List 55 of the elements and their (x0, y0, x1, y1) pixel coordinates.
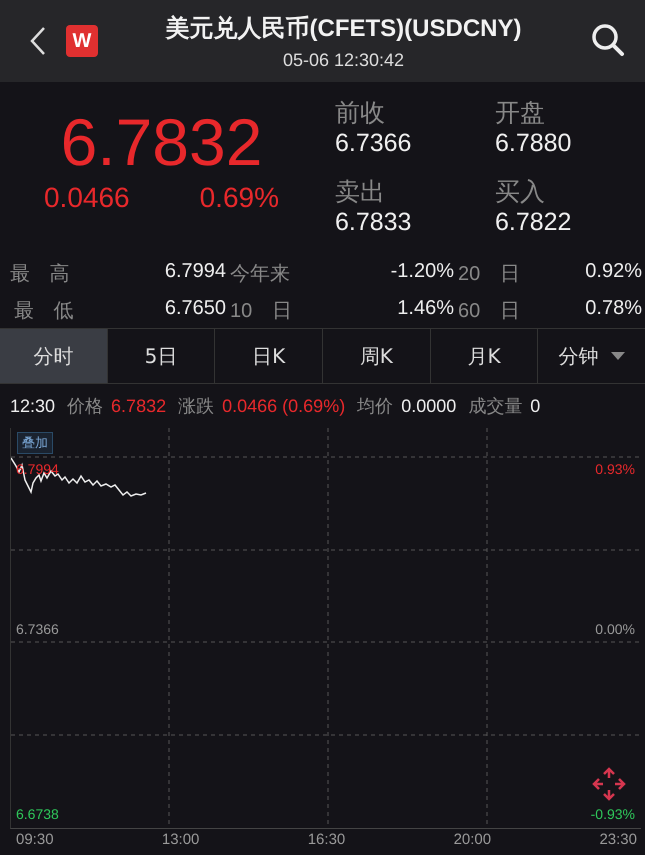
info-value: 0 (530, 396, 540, 416)
field-value: 6.7880 (495, 129, 572, 158)
field-value: 6.7833 (335, 208, 412, 237)
stat-value: 0.92% (584, 260, 642, 284)
info-value: 0.0000 (401, 396, 456, 416)
stat-value: 1.46% (396, 297, 454, 321)
axis-label: 6.7366 (16, 621, 59, 637)
time-label: 09:30 (16, 831, 54, 848)
stat-label: 最 低 (13, 299, 75, 324)
back-button[interactable] (30, 25, 48, 57)
time-label: 20:00 (454, 831, 492, 848)
stat-value: 0.78% (584, 297, 642, 321)
chart-tab[interactable]: 周K (323, 329, 431, 383)
field-label: 卖出 (335, 177, 386, 208)
stat-label: 今年来 (229, 262, 291, 287)
info-label: 成交量 (468, 395, 522, 418)
page-title: 美元兑人民币(CFETS)(USDCNY) (166, 14, 522, 44)
stat-label: 10 日 (229, 299, 293, 324)
move-icon[interactable] (591, 766, 627, 802)
info-label: 均价 (357, 395, 394, 418)
info-value: 0.0466 (0.69%) (222, 396, 346, 416)
info-label: 价格 (67, 395, 104, 418)
axis-label: -0.93% (590, 806, 635, 822)
timestamp: 05-06 12:30:42 (282, 50, 404, 70)
chart-tab[interactable]: 日K (215, 329, 324, 383)
stat-value: 6.7650 (164, 297, 226, 321)
axis-label: 0.00% (595, 621, 635, 637)
field-label: 开盘 (495, 98, 546, 129)
time-label: 16:30 (308, 831, 346, 848)
field-value: 6.7366 (335, 129, 412, 158)
chart-tab[interactable]: 分时 (0, 329, 108, 383)
search-icon (590, 22, 626, 58)
percent-change: 0.69% (200, 182, 280, 214)
overlay-button[interactable]: 叠加 (17, 432, 53, 454)
axis-label: 0.93% (595, 461, 635, 477)
field-value: 6.7822 (495, 208, 572, 237)
price-change: 0.0466 (44, 182, 130, 214)
info-label: 涨跌 (178, 395, 214, 418)
stat-value: -1.20% (390, 260, 454, 284)
stat-label: 20 日 (457, 262, 521, 287)
info-time: 12:30 (10, 396, 56, 416)
stat-value: 6.7994 (164, 260, 226, 284)
field-label: 买入 (495, 177, 546, 208)
chart-tab[interactable]: 月K (430, 329, 538, 383)
last-price: 6.7832 (60, 104, 262, 180)
axis-label: 6.6738 (16, 806, 59, 822)
stat-label: 最 高 (10, 262, 71, 287)
chart-tab[interactable]: 分钟 (538, 329, 645, 383)
time-label: 23:30 (599, 831, 637, 848)
stat-label: 60 日 (457, 299, 521, 324)
info-value: 6.7832 (111, 396, 166, 416)
chart-tab[interactable]: 5日 (108, 329, 216, 383)
field-label: 前收 (335, 98, 386, 129)
time-label: 13:00 (162, 831, 200, 848)
app-logo: W (66, 25, 98, 57)
